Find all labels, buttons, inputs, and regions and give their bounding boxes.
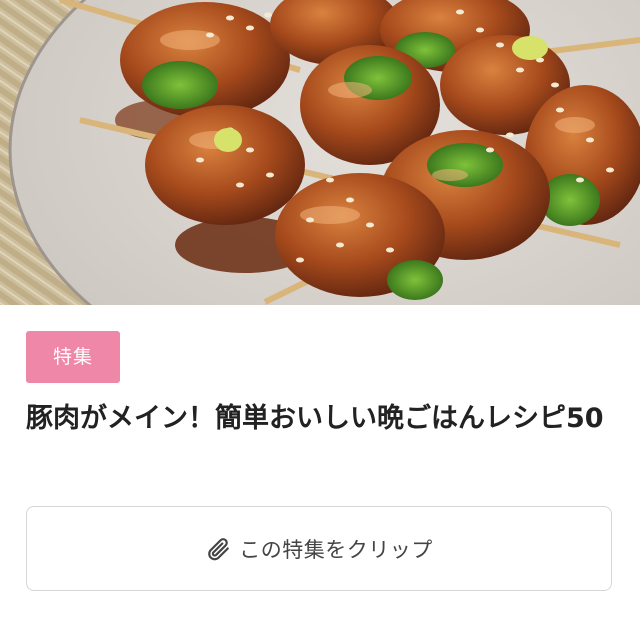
hero-image[interactable] [0,0,640,305]
paperclip-icon [205,536,231,562]
feature-title[interactable]: 豚肉がメイン！簡単おいしい晩ごはんレシピ50 [26,400,616,438]
clip-button-label: この特集をクリップ [239,537,433,562]
clip-feature-button[interactable]: この特集をクリップ [26,506,612,591]
hero-food-photo [0,0,640,305]
feature-card[interactable]: 特集 豚肉がメイン！簡単おいしい晩ごはんレシピ50 この特集をクリップ [0,0,640,640]
feature-badge: 特集 [26,331,120,383]
